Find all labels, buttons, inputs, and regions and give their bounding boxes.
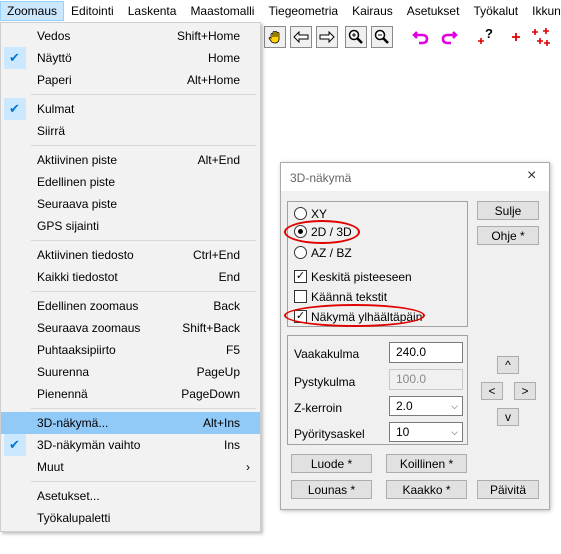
svg-text:?: ? (485, 27, 493, 41)
separator (31, 481, 256, 482)
separator (31, 94, 256, 95)
checkbox-keskita-label: Keskitä pisteeseen (311, 270, 412, 284)
z-kerroin-label: Z-kerroin (294, 401, 343, 415)
luode-button[interactable]: Luode * (291, 454, 372, 473)
koillinen-button[interactable]: Koillinen * (386, 454, 467, 473)
menu-item-kulmat[interactable]: ✔ Kulmat (1, 98, 260, 120)
menu-item-edellinen-zoomaus[interactable]: Edellinen zoomaus Back (1, 295, 260, 317)
zoomaus-dropdown-menu: Vedos Shift+Home ✔ Näyttö Home Paperi Al… (0, 22, 261, 532)
annotation-oval (284, 304, 425, 327)
pystykulma-label: Pystykulma (294, 375, 356, 389)
dialog-title: 3D-näkymä (290, 171, 352, 185)
radio-xy[interactable] (294, 207, 307, 220)
vaakakulma-input[interactable]: 240.0 (389, 342, 463, 363)
kaakko-button[interactable]: Kaakko * (386, 480, 467, 499)
menu-item-edellinen-piste[interactable]: Edellinen piste (1, 171, 260, 193)
close-icon[interactable]: × (527, 167, 536, 185)
lounas-button[interactable]: Lounas * (291, 480, 372, 499)
checkmark-icon: ✔ (9, 101, 20, 116)
checkbox-kaanna-tekstit[interactable] (294, 290, 307, 303)
menu-item-suurenna[interactable]: Suurenna PageUp (1, 361, 260, 383)
menu-item-aktiivinen-piste[interactable]: Aktiivinen piste Alt+End (1, 149, 260, 171)
menu-item-naytto[interactable]: ✔ Näyttö Home (1, 47, 260, 69)
rotate-down-button[interactable]: v (497, 408, 519, 426)
radio-az-bz[interactable] (294, 246, 307, 259)
menu-item-vedos[interactable]: Vedos Shift+Home (1, 25, 260, 47)
menu-bar: Zoomaus Editointi Laskenta Maastomalli T… (0, 0, 561, 22)
z-kerroin-select[interactable]: 2.0 ⌵ (389, 396, 463, 416)
menu-editointi[interactable]: Editointi (64, 1, 121, 21)
pyoritysaskel-select[interactable]: 10 ⌵ (389, 422, 463, 442)
toolbar: ? (262, 24, 561, 52)
separator (31, 240, 256, 241)
arrow-right-icon[interactable] (316, 26, 338, 48)
arrow-left-icon[interactable] (290, 26, 312, 48)
submenu-arrow-icon: › (246, 460, 250, 474)
menu-item-muut[interactable]: Muut › (1, 456, 260, 478)
menu-item-paperi[interactable]: Paperi Alt+Home (1, 69, 260, 91)
pan-hand-icon[interactable] (264, 26, 286, 48)
menu-zoomaus[interactable]: Zoomaus (0, 1, 65, 21)
menu-item-tyokalupaletti[interactable]: Työkalupaletti (1, 507, 260, 529)
menu-item-gps-sijainti[interactable]: GPS sijainti (1, 215, 260, 237)
separator (31, 408, 256, 409)
separator (31, 145, 256, 146)
checkbox-kaanna-label: Käännä tekstit (311, 290, 388, 304)
rotate-left-button[interactable]: < (481, 382, 503, 400)
chevron-down-icon: ⌵ (451, 401, 458, 411)
rotate-right-button[interactable]: > (514, 382, 536, 400)
pystykulma-input[interactable]: 100.0 (389, 369, 463, 390)
checkmark-icon: ✔ (9, 50, 20, 65)
separator (31, 291, 256, 292)
radio-xy-label: XY (311, 207, 328, 221)
menu-ikkuna[interactable]: Ikkuna (525, 1, 561, 21)
menu-asetukset[interactable]: Asetukset (400, 1, 467, 21)
vaakakulma-label: Vaakakulma (294, 347, 360, 361)
menu-item-3d-nakyman-vaihto[interactable]: ✔ 3D-näkymän vaihto Ins (1, 434, 260, 456)
chevron-down-icon: ⌵ (451, 427, 458, 437)
pyoritysaskel-label: Pyöritysaskel (294, 427, 365, 441)
menu-item-seuraava-piste[interactable]: Seuraava piste (1, 193, 260, 215)
menu-laskenta[interactable]: Laskenta (121, 1, 184, 21)
add-points-icon[interactable] (530, 26, 552, 48)
ohje-button[interactable]: Ohje * (477, 226, 539, 245)
zoom-out-icon[interactable] (371, 26, 393, 48)
menu-maastomalli[interactable]: Maastomalli (183, 1, 261, 21)
add-point-icon[interactable] (505, 26, 527, 48)
menu-item-kaikki-tiedostot[interactable]: Kaikki tiedostot End (1, 266, 260, 288)
menu-item-aktiivinen-tiedosto[interactable]: Aktiivinen tiedosto Ctrl+End (1, 244, 260, 266)
menu-item-seuraava-zoomaus[interactable]: Seuraava zoomaus Shift+Back (1, 317, 260, 339)
menu-item-puhtaaksipiirto[interactable]: Puhtaaksipiirto F5 (1, 339, 260, 361)
annotation-oval (284, 220, 360, 244)
menu-kairaus[interactable]: Kairaus (345, 1, 400, 21)
checkbox-keskita[interactable]: ✓ (294, 270, 307, 283)
redo-icon[interactable] (438, 26, 460, 48)
radio-az-bz-label: AZ / BZ (311, 246, 352, 260)
menu-tyokalut[interactable]: Työkalut (466, 1, 525, 21)
menu-tiegeometria[interactable]: Tiegeometria (261, 1, 345, 21)
paivita-button[interactable]: Päivitä (477, 480, 539, 499)
dialog-title-bar[interactable]: 3D-näkymä × (281, 163, 549, 191)
sulje-button[interactable]: Sulje (477, 201, 539, 220)
rotate-up-button[interactable]: ^ (497, 356, 519, 374)
zoom-in-icon[interactable] (345, 26, 367, 48)
menu-item-3d-nakyma[interactable]: 3D-näkymä... Alt+Ins (1, 412, 260, 434)
menu-item-pienenna[interactable]: Pienennä PageDown (1, 383, 260, 405)
menu-item-asetukset[interactable]: Asetukset... (1, 485, 260, 507)
undo-icon[interactable] (410, 26, 432, 48)
point-query-icon[interactable]: ? (476, 26, 498, 48)
menu-item-siirra[interactable]: Siirrä (1, 120, 260, 142)
3d-view-dialog: 3D-näkymä × XY 2D / 3D AZ / BZ ✓ Keskitä… (280, 162, 550, 510)
checkmark-icon: ✔ (9, 437, 20, 452)
